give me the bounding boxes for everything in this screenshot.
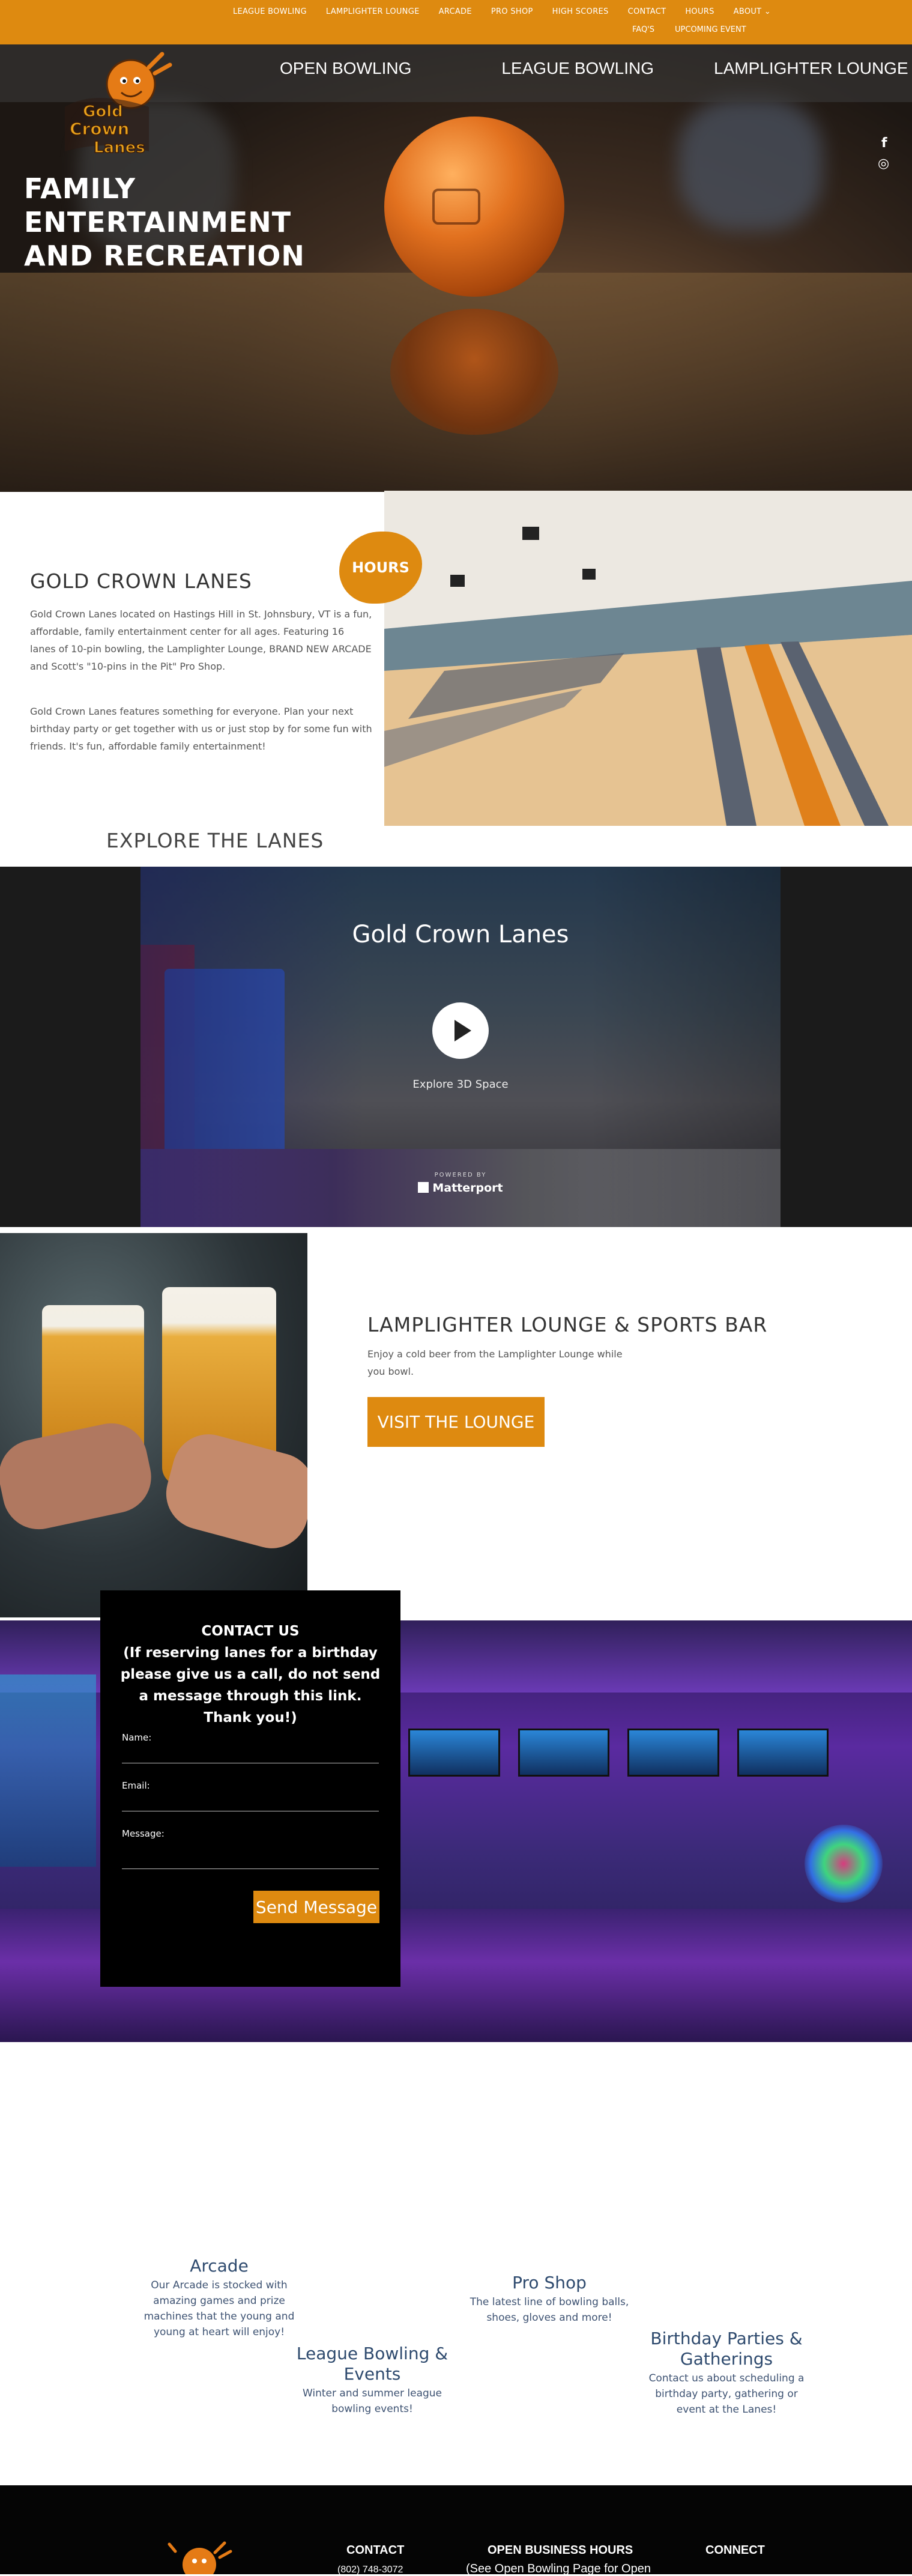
service-title: Arcade: [190, 2256, 249, 2276]
topnav-arcade[interactable]: ARCADE: [439, 7, 472, 16]
hero-bowler-leg-right: [678, 98, 823, 231]
logo-text-crown: Crown: [70, 119, 129, 139]
email-field[interactable]: [122, 1795, 379, 1811]
facebook-icon[interactable]: f: [881, 136, 887, 151]
gold-crown-intro-text: Gold Crown Lanes located on Hastings Hil…: [30, 608, 372, 672]
mainnav-league-bowling[interactable]: LEAGUE BOWLING: [501, 59, 654, 78]
footer-hours-heading: OPEN BUSINESS HOURS: [488, 2544, 633, 2557]
beer-cheers-photo: [0, 1233, 307, 1617]
lounge-description: Enjoy a cold beer from the Lamplighter L…: [367, 1348, 623, 1377]
top-nav-secondary: FAQ'S UPCOMING EVENT: [632, 25, 746, 34]
topnav-lamplighter-lounge[interactable]: LAMPLIGHTER LOUNGE: [326, 7, 420, 16]
footer-logo[interactable]: [157, 2539, 241, 2574]
explore-3d-label[interactable]: Explore 3D Space: [140, 1078, 781, 1091]
name-field[interactable]: [122, 1747, 379, 1763]
hero-title-line: AND RECREATION: [24, 240, 305, 272]
site-logo[interactable]: Gold Crown Lanes: [59, 49, 173, 163]
topnav-upcoming-event[interactable]: UPCOMING EVENT: [675, 25, 746, 34]
virtual-tour-embed[interactable]: Gold Crown Lanes Explore 3D Space POWERE…: [140, 867, 781, 1227]
topnav-pro-shop[interactable]: PRO SHOP: [491, 7, 533, 16]
site-footer: CONTACT (802) 748-3072 OPEN BUSINESS HOU…: [0, 2485, 912, 2575]
topnav-league-bowling[interactable]: LEAGUE BOWLING: [233, 7, 307, 16]
neon-left-screen: [0, 1674, 96, 1867]
contact-heading-note: (If reserving lanes for a birthday pleas…: [120, 1645, 381, 1726]
logo-text-lanes: Lanes: [94, 139, 145, 157]
contact-heading: CONTACT US (If reserving lanes for a bir…: [100, 1620, 400, 1729]
topnav-faqs[interactable]: FAQ'S: [632, 25, 654, 34]
main-nav: OPEN BOWLING LEAGUE BOWLING LAMPLIGHTER …: [280, 59, 908, 78]
service-description: The latest line of bowling balls, shoes,…: [470, 2296, 629, 2324]
service-birthday-parties[interactable]: Birthday Parties & Gatherings Contact us…: [639, 2329, 814, 2417]
lanes-illustration: [384, 491, 912, 826]
matterport-logo: Matterport: [140, 1181, 781, 1195]
hero-ball-engraving: [432, 189, 480, 225]
score-screen: [737, 1729, 829, 1777]
mainnav-open-bowling[interactable]: OPEN BOWLING: [280, 59, 411, 78]
service-pro-shop[interactable]: Pro Shop The latest line of bowling ball…: [459, 2273, 639, 2326]
hero-title-line: FAMILY: [24, 172, 136, 205]
section-title-explore: EXPLORE THE LANES: [106, 829, 324, 852]
service-description: Winter and summer league bowling events!: [302, 2387, 442, 2415]
tour-title: Gold Crown Lanes: [352, 921, 569, 948]
score-screen: [518, 1729, 609, 1777]
hero-title-line: ENTERTAINMENT: [24, 206, 292, 238]
hero-title: FAMILY ENTERTAINMENT AND RECREATION: [24, 172, 312, 273]
contact-heading-line: CONTACT US: [201, 1623, 300, 1639]
footer-phone[interactable]: (802) 748-3072: [337, 2565, 403, 2575]
play-icon[interactable]: [432, 1002, 489, 1059]
visit-lounge-button[interactable]: VISIT THE LOUNGE: [367, 1397, 545, 1447]
topnav-high-scores[interactable]: HIGH SCORES: [552, 7, 609, 16]
instagram-icon[interactable]: ◎: [878, 156, 889, 171]
score-screen: [627, 1729, 719, 1777]
service-arcade[interactable]: Arcade Our Arcade is stocked with amazin…: [120, 2256, 318, 2340]
service-title: Pro Shop: [512, 2273, 587, 2293]
logo-text-gold: Gold: [83, 103, 123, 121]
service-description: Our Arcade is stocked with amazing games…: [143, 2279, 295, 2338]
hours-button-label: HOURS: [352, 559, 409, 576]
service-title: Birthday Parties & Gatherings: [650, 2329, 803, 2369]
send-message-button[interactable]: Send Message: [253, 1891, 379, 1923]
contact-form: CONTACT US (If reserving lanes for a bir…: [100, 1590, 400, 1987]
bowling-lanes-photo: [384, 491, 912, 826]
topnav-hours[interactable]: HOURS: [685, 7, 714, 16]
disco-light: [805, 1825, 883, 1903]
message-field[interactable]: [122, 1843, 379, 1869]
top-utility-bar: LEAGUE BOWLING LAMPLIGHTER LOUNGE ARCADE…: [0, 0, 912, 44]
section-title-lounge: LAMPLIGHTER LOUNGE & SPORTS BAR: [367, 1313, 768, 1336]
score-screen: [408, 1729, 500, 1777]
hero-ball-reflection: [390, 309, 558, 435]
top-nav-primary: LEAGUE BOWLING LAMPLIGHTER LOUNGE ARCADE…: [233, 7, 771, 16]
powered-by-label: POWERED BY: [434, 1172, 487, 1178]
topnav-contact[interactable]: CONTACT: [628, 7, 666, 16]
hand-left: [0, 1416, 158, 1536]
service-description: Contact us about scheduling a birthday p…: [648, 2372, 805, 2416]
matterport-brand-text: Matterport: [432, 1181, 503, 1195]
topnav-about-dropdown[interactable]: ABOUT ⌄: [734, 7, 771, 16]
name-label: Name:: [122, 1732, 152, 1743]
footer-contact-heading: CONTACT: [346, 2544, 405, 2557]
neon-score-screens: [408, 1729, 829, 1777]
matterport-icon: [418, 1182, 429, 1193]
gold-crown-secondary-text: Gold Crown Lanes features something for …: [30, 706, 372, 752]
service-title: League Bowling & Events: [296, 2344, 448, 2384]
message-label: Message:: [122, 1828, 165, 1839]
email-label: Email:: [122, 1780, 150, 1791]
mainnav-lamplighter-lounge[interactable]: LAMPLIGHTER LOUNGE: [714, 59, 908, 78]
footer-connect-heading: CONNECT: [705, 2544, 765, 2557]
service-league-bowling[interactable]: League Bowling & Events Winter and summe…: [285, 2344, 459, 2417]
section-title-gold-crown: GOLD CROWN LANES: [30, 569, 252, 593]
